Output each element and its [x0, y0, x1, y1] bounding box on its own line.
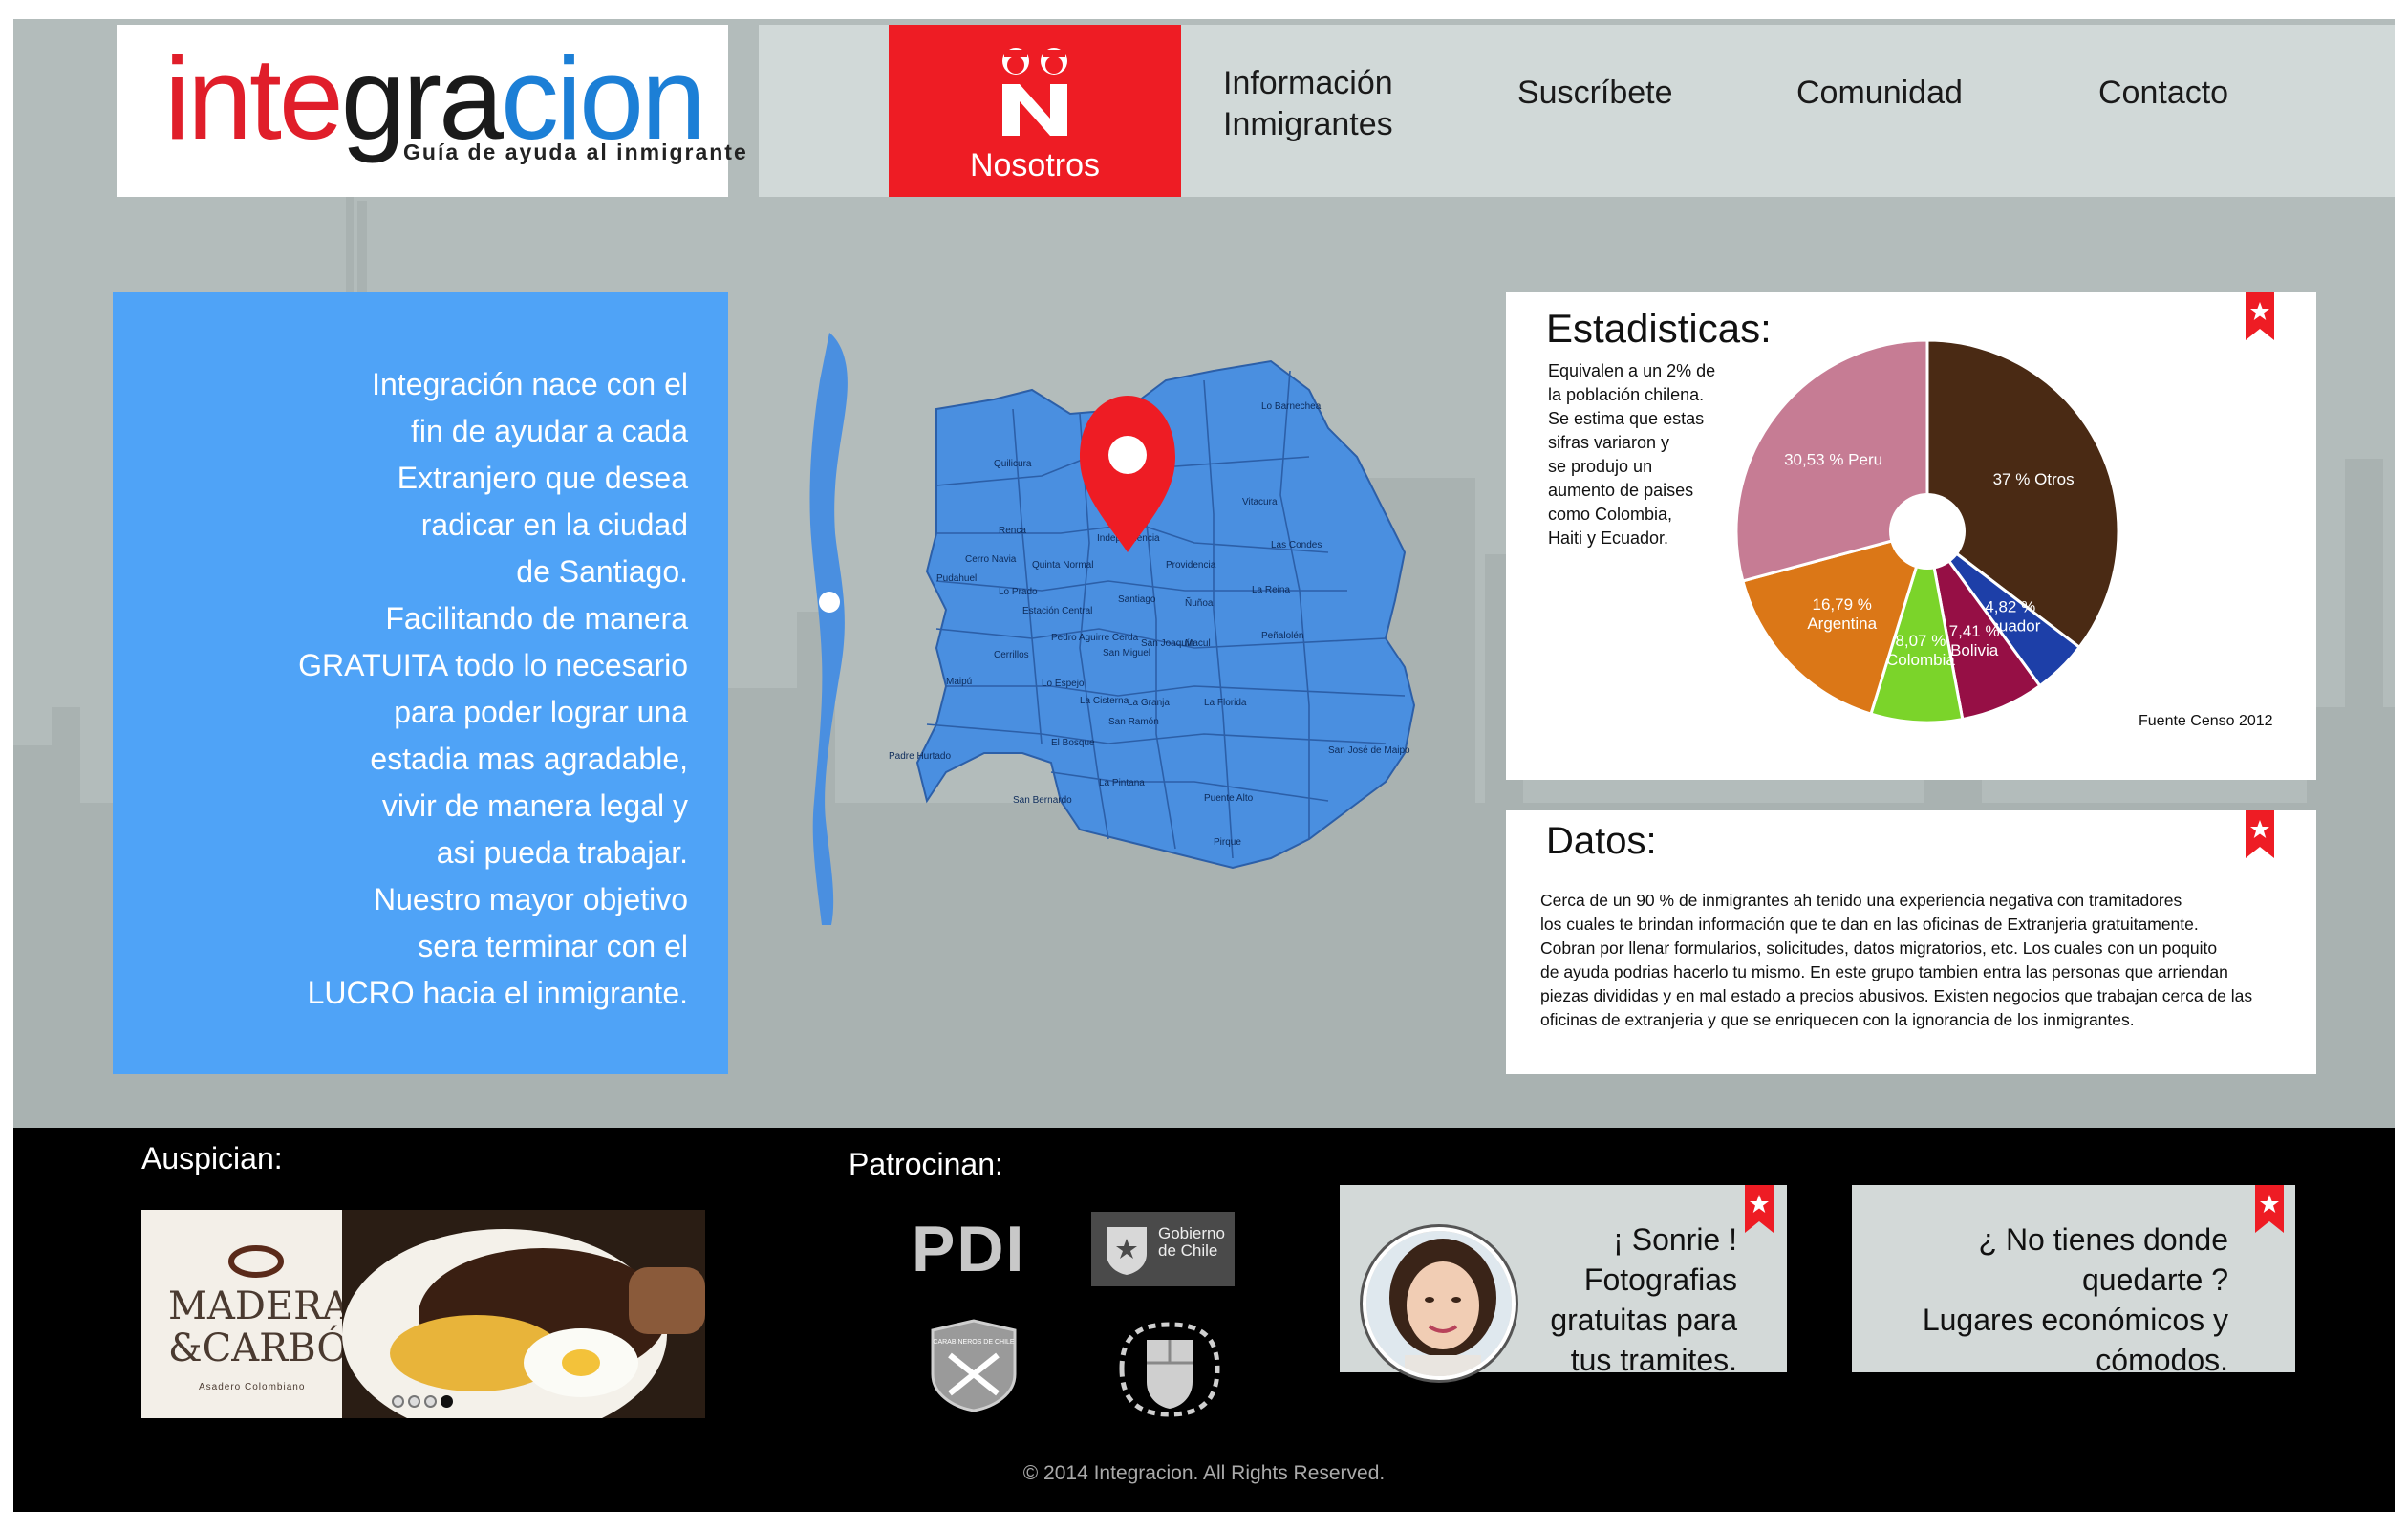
gobierno-de-chile-logo[interactable]: Gobierno de Chile — [1091, 1212, 1235, 1286]
map-label-macul: Macul — [1185, 638, 1211, 649]
map-label-lo-barnechea: Lo Barnechea — [1261, 401, 1322, 412]
banner-brand-line1: MADERA — [168, 1284, 351, 1328]
copyright-text: © 2014 Integracion. All Rights Reserved. — [1022, 1462, 1386, 1484]
map-label-lo-espejo: Lo Espejo — [1042, 679, 1085, 689]
map-label-la-pintana: La Pintana — [1099, 778, 1145, 788]
nav-item-contacto[interactable]: Contacto — [2098, 73, 2228, 114]
map-label-la-reina: La Reina — [1252, 585, 1290, 595]
nosotros-people-icon — [1002, 48, 1067, 136]
patrocinan-heading: Patrocinan: — [849, 1147, 1003, 1181]
map-label-pedro-aguirre-cerda: Pedro Aguirre Cerda — [1051, 633, 1139, 643]
map-label-vitacura: Vitacura — [1242, 497, 1278, 507]
map-label-quinta-normal: Quinta Normal — [1032, 560, 1093, 571]
map-label-la-florida: La Florida — [1204, 698, 1247, 708]
santiago-location-dot — [819, 592, 840, 613]
immigrant-pie-chart: 37 % Otros4,82 % Ecuador7,41 % Bolivia8,07… — [1734, 338, 2120, 724]
nav-item-suscribete[interactable]: Suscríbete — [1517, 73, 1673, 114]
bookmark-ribbon-icon[interactable] — [2246, 292, 2274, 340]
map-label-santiago: Santiago — [1118, 594, 1156, 605]
promo-card-lodging[interactable]: ¿ No tienes donde quedarte ? Lugares eco… — [1852, 1185, 2295, 1377]
santiago-map[interactable]: Lo Barnechea Quilicura Vitacura Renca In… — [793, 304, 1443, 935]
map-label-pirque: Pirque — [1214, 837, 1241, 848]
pie-label-peru: 30,53 % Peru — [1784, 451, 1882, 469]
carousel-dot-3[interactable] — [424, 1395, 437, 1408]
map-label-la-granja: La Granja — [1128, 698, 1170, 708]
smiling-girl-photo — [1363, 1227, 1516, 1380]
bookmark-ribbon-icon[interactable] — [2255, 1185, 2284, 1233]
nav-item-nosotros[interactable]: Nosotros — [889, 25, 1181, 197]
map-label-cerro-navia: Cerro Navia — [965, 554, 1017, 565]
map-label-las-condes: Las Condes — [1271, 540, 1322, 550]
map-label-quilicura: Quilicura — [994, 459, 1032, 469]
promo-photos-text: ¡ Sonrie ! Fotografias gratuitas para tu… — [1550, 1222, 1737, 1377]
map-label-renca: Renca — [999, 526, 1026, 536]
chile-coat-of-arms-icon — [1107, 1227, 1147, 1275]
intro-panel: Integración nace con el fin de ayudar a … — [113, 292, 728, 1074]
pdi-logo[interactable]: PDI — [912, 1212, 1025, 1286]
stats-card: Estadisticas: Equivalen a un 2% de la po… — [1506, 292, 2316, 780]
pie-label-argentina: 16,79 % Argentina — [1807, 595, 1877, 633]
promo-lodging-text: ¿ No tienes donde quedarte ? Lugares eco… — [1922, 1222, 2228, 1377]
stats-source: Fuente Censo 2012 — [2139, 713, 2273, 729]
map-label-providencia: Providencia — [1166, 560, 1216, 571]
bookmark-ribbon-icon[interactable] — [1745, 1185, 1774, 1233]
sponsor-banner-carousel[interactable]: MADERA &CARBÓN Asadero Colombiano — [141, 1210, 705, 1418]
banner-brand-line2: &CARBÓN — [168, 1326, 352, 1370]
peru-coat-of-arms-logo[interactable] — [1112, 1315, 1227, 1422]
intro-text: Integración nace con el fin de ayudar a … — [298, 367, 688, 1010]
pie-label-bolivia: 7,41 % Bolivia — [1949, 622, 2000, 659]
map-label-pudahuel: Pudahuel — [936, 573, 977, 584]
map-label-el-bosque: El Bosque — [1051, 738, 1095, 748]
logo-part-1: inte — [164, 33, 344, 163]
banner-brand-sub: Asadero Colombiano — [199, 1382, 305, 1392]
logo-tagline: Guía de ayuda al inmigrante — [403, 140, 748, 164]
datos-text: Cerca de un 90 % de inmigrantes ah tenid… — [1540, 891, 2253, 1029]
carousel-dot-2[interactable] — [408, 1395, 420, 1408]
map-label-penalolen: Peñalolén — [1261, 631, 1303, 641]
carousel-dot-4[interactable] — [441, 1395, 453, 1408]
map-label-lo-prado: Lo Prado — [999, 587, 1038, 597]
promo-card-photos[interactable]: ¡ Sonrie ! Fotografias gratuitas para tu… — [1340, 1185, 1787, 1380]
banner-food-photo — [342, 1210, 705, 1418]
nav-item-comunidad[interactable]: Comunidad — [1796, 73, 1963, 114]
carousel-dots[interactable] — [392, 1393, 457, 1409]
madera-carbon-logo: MADERA &CARBÓN Asadero Colombiano — [168, 1245, 352, 1392]
datos-title: Datos: — [1546, 820, 1657, 862]
map-label-puente-alto: Puente Alto — [1204, 793, 1254, 804]
carabineros-text: CARABINEROS DE CHILE — [933, 1339, 1015, 1346]
map-label-la-cisterna: La Cisterna — [1080, 696, 1129, 706]
map-label-san-ramon: San Ramón — [1108, 717, 1159, 727]
carabineros-badge-logo[interactable]: CARABINEROS DE CHILE — [927, 1317, 1021, 1412]
nav-nosotros-label: Nosotros — [969, 147, 1101, 183]
pie-label-colombia: 8,07 % Colombia — [1886, 632, 1955, 669]
map-label-nunoa: Ñuñoa — [1185, 596, 1214, 609]
datos-card: Datos: Cerca de un 90 % de inmigrantes a… — [1506, 810, 2316, 1074]
map-label-cerrillos: Cerrillos — [994, 650, 1029, 660]
carousel-dot-1[interactable] — [392, 1395, 404, 1408]
map-label-san-miguel: San Miguel — [1103, 648, 1150, 658]
chile-country-outline — [809, 333, 848, 925]
map-label-san-jose-de-maipo: San José de Maipo — [1328, 745, 1410, 756]
bookmark-ribbon-icon[interactable] — [2246, 810, 2274, 858]
map-label-padre-hurtado: Padre Hurtado — [889, 751, 951, 762]
site-logo[interactable]: integracion Guía de ayuda al inmigrante — [117, 25, 746, 197]
map-label-estacion-central: Estación Central — [1022, 606, 1092, 616]
auspician-heading: Auspician: — [141, 1141, 283, 1175]
pie-center-hole — [1889, 493, 1966, 570]
girl-portrait-icon — [1366, 1231, 1512, 1376]
gobierno-text: Gobierno de Chile — [1158, 1224, 1225, 1260]
map-label-san-bernardo: San Bernardo — [1013, 795, 1072, 806]
map-label-maipu: Maipú — [946, 677, 972, 687]
nav-item-informacion[interactable]: Información Inmigrantes — [1223, 63, 1393, 145]
pie-label-otros: 37 % Otros — [1993, 470, 2075, 488]
